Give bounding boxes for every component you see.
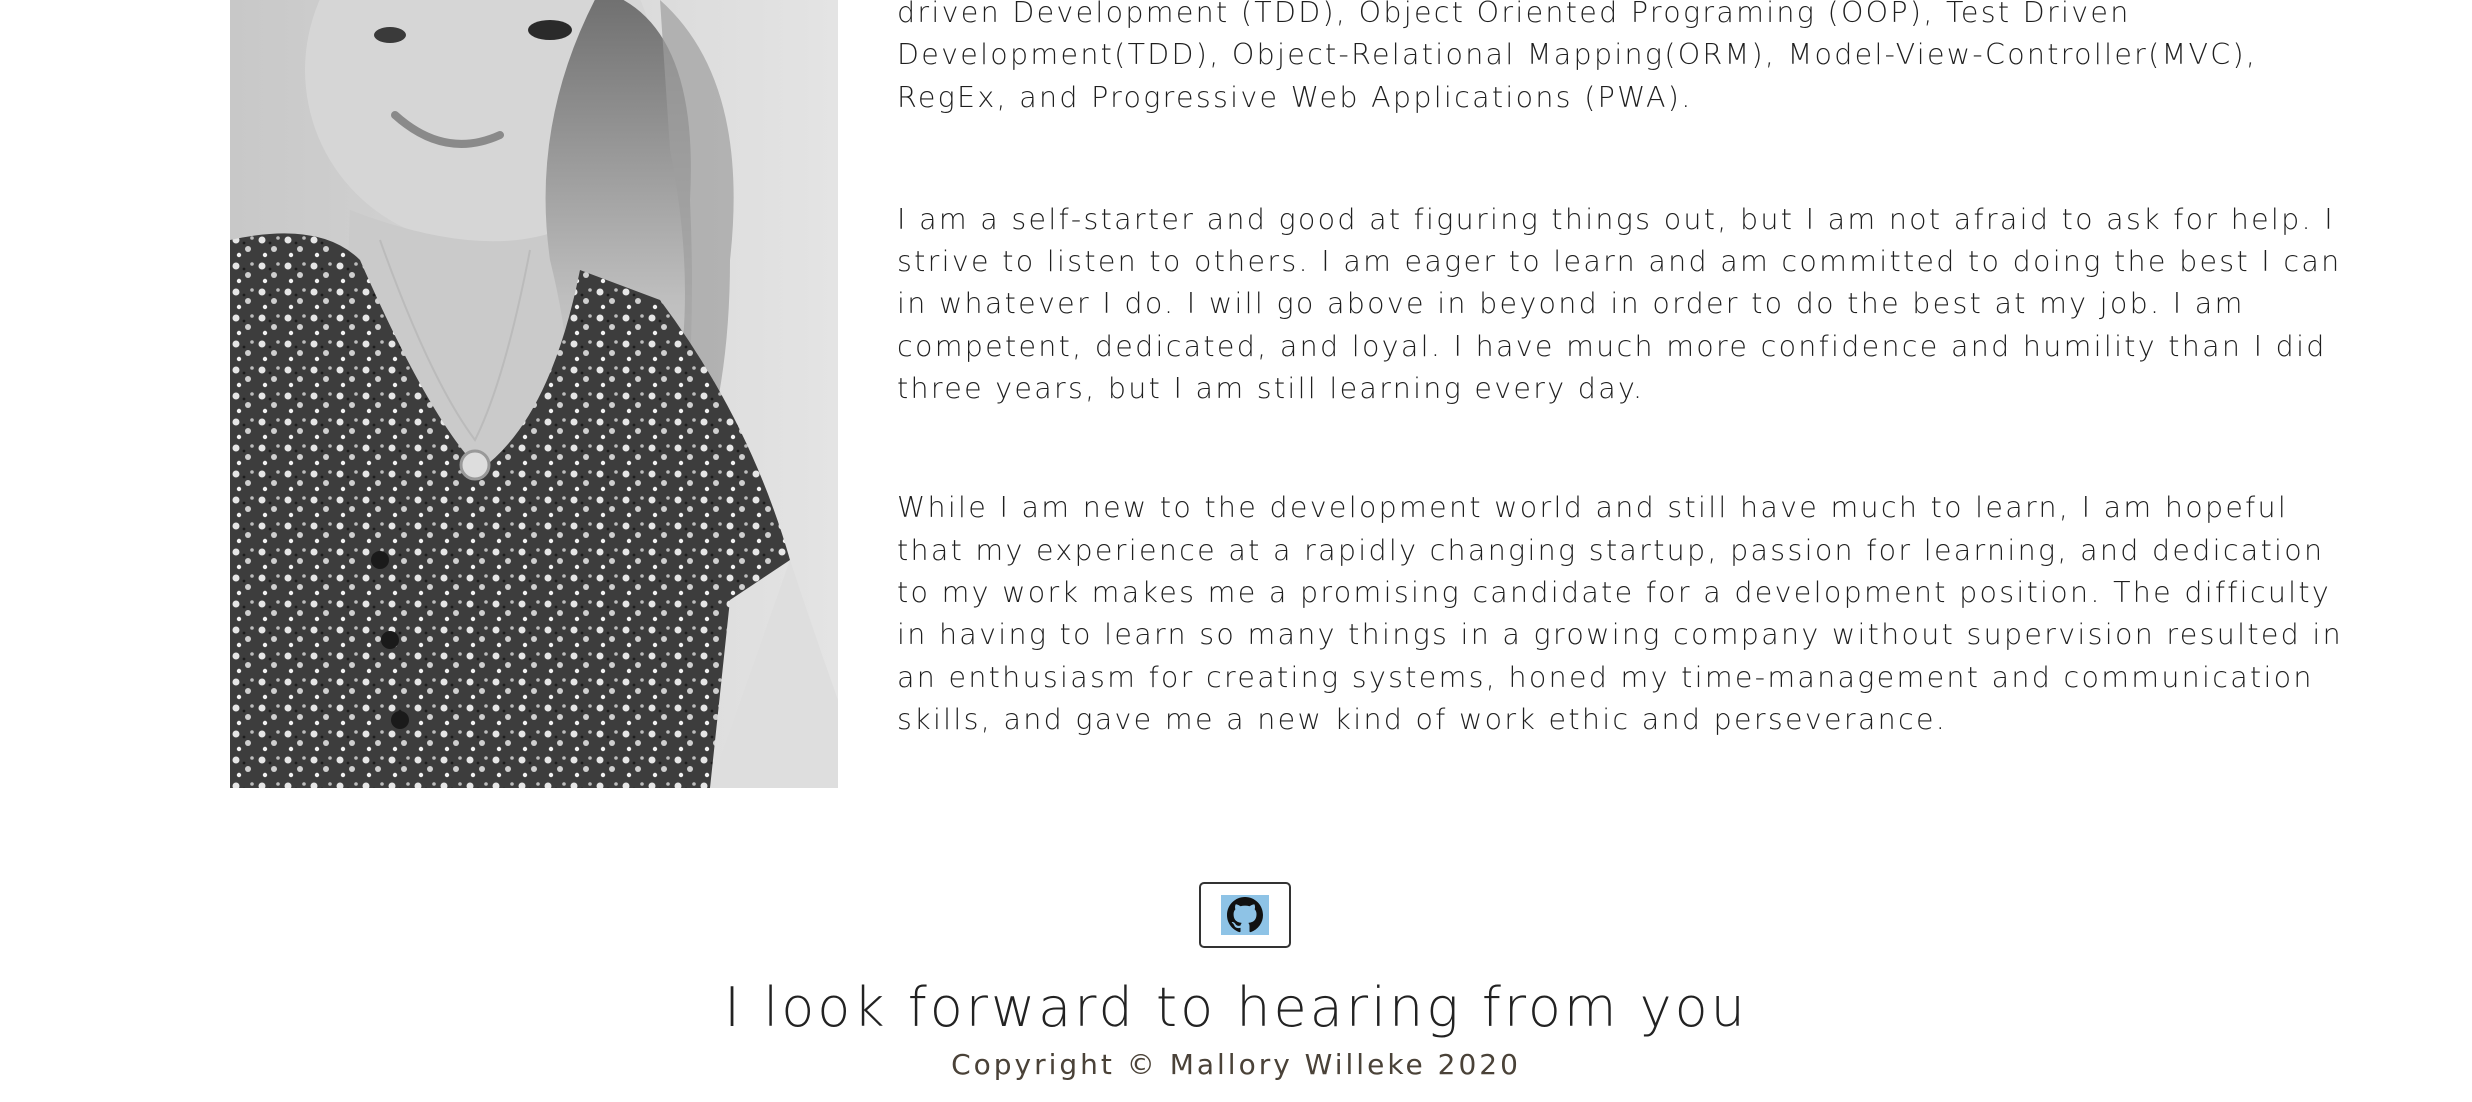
github-icon (1221, 895, 1269, 935)
about-section: driven Development (TDD), Object Oriente… (897, 0, 2347, 741)
about-paragraph-personality: I am a self-starter and good at figuring… (897, 202, 2342, 406)
about-paragraph-experience: While I am new to the development world … (897, 491, 2344, 736)
closing-message: I look forward to hearing from you (724, 976, 1748, 1039)
copyright-text: Copyright © Mallory Willeke 2020 (951, 1048, 1521, 1081)
profile-photo (230, 0, 838, 788)
about-paragraph-skills: driven Development (TDD), Object Oriente… (897, 0, 2258, 114)
github-link-button[interactable] (1199, 882, 1291, 948)
